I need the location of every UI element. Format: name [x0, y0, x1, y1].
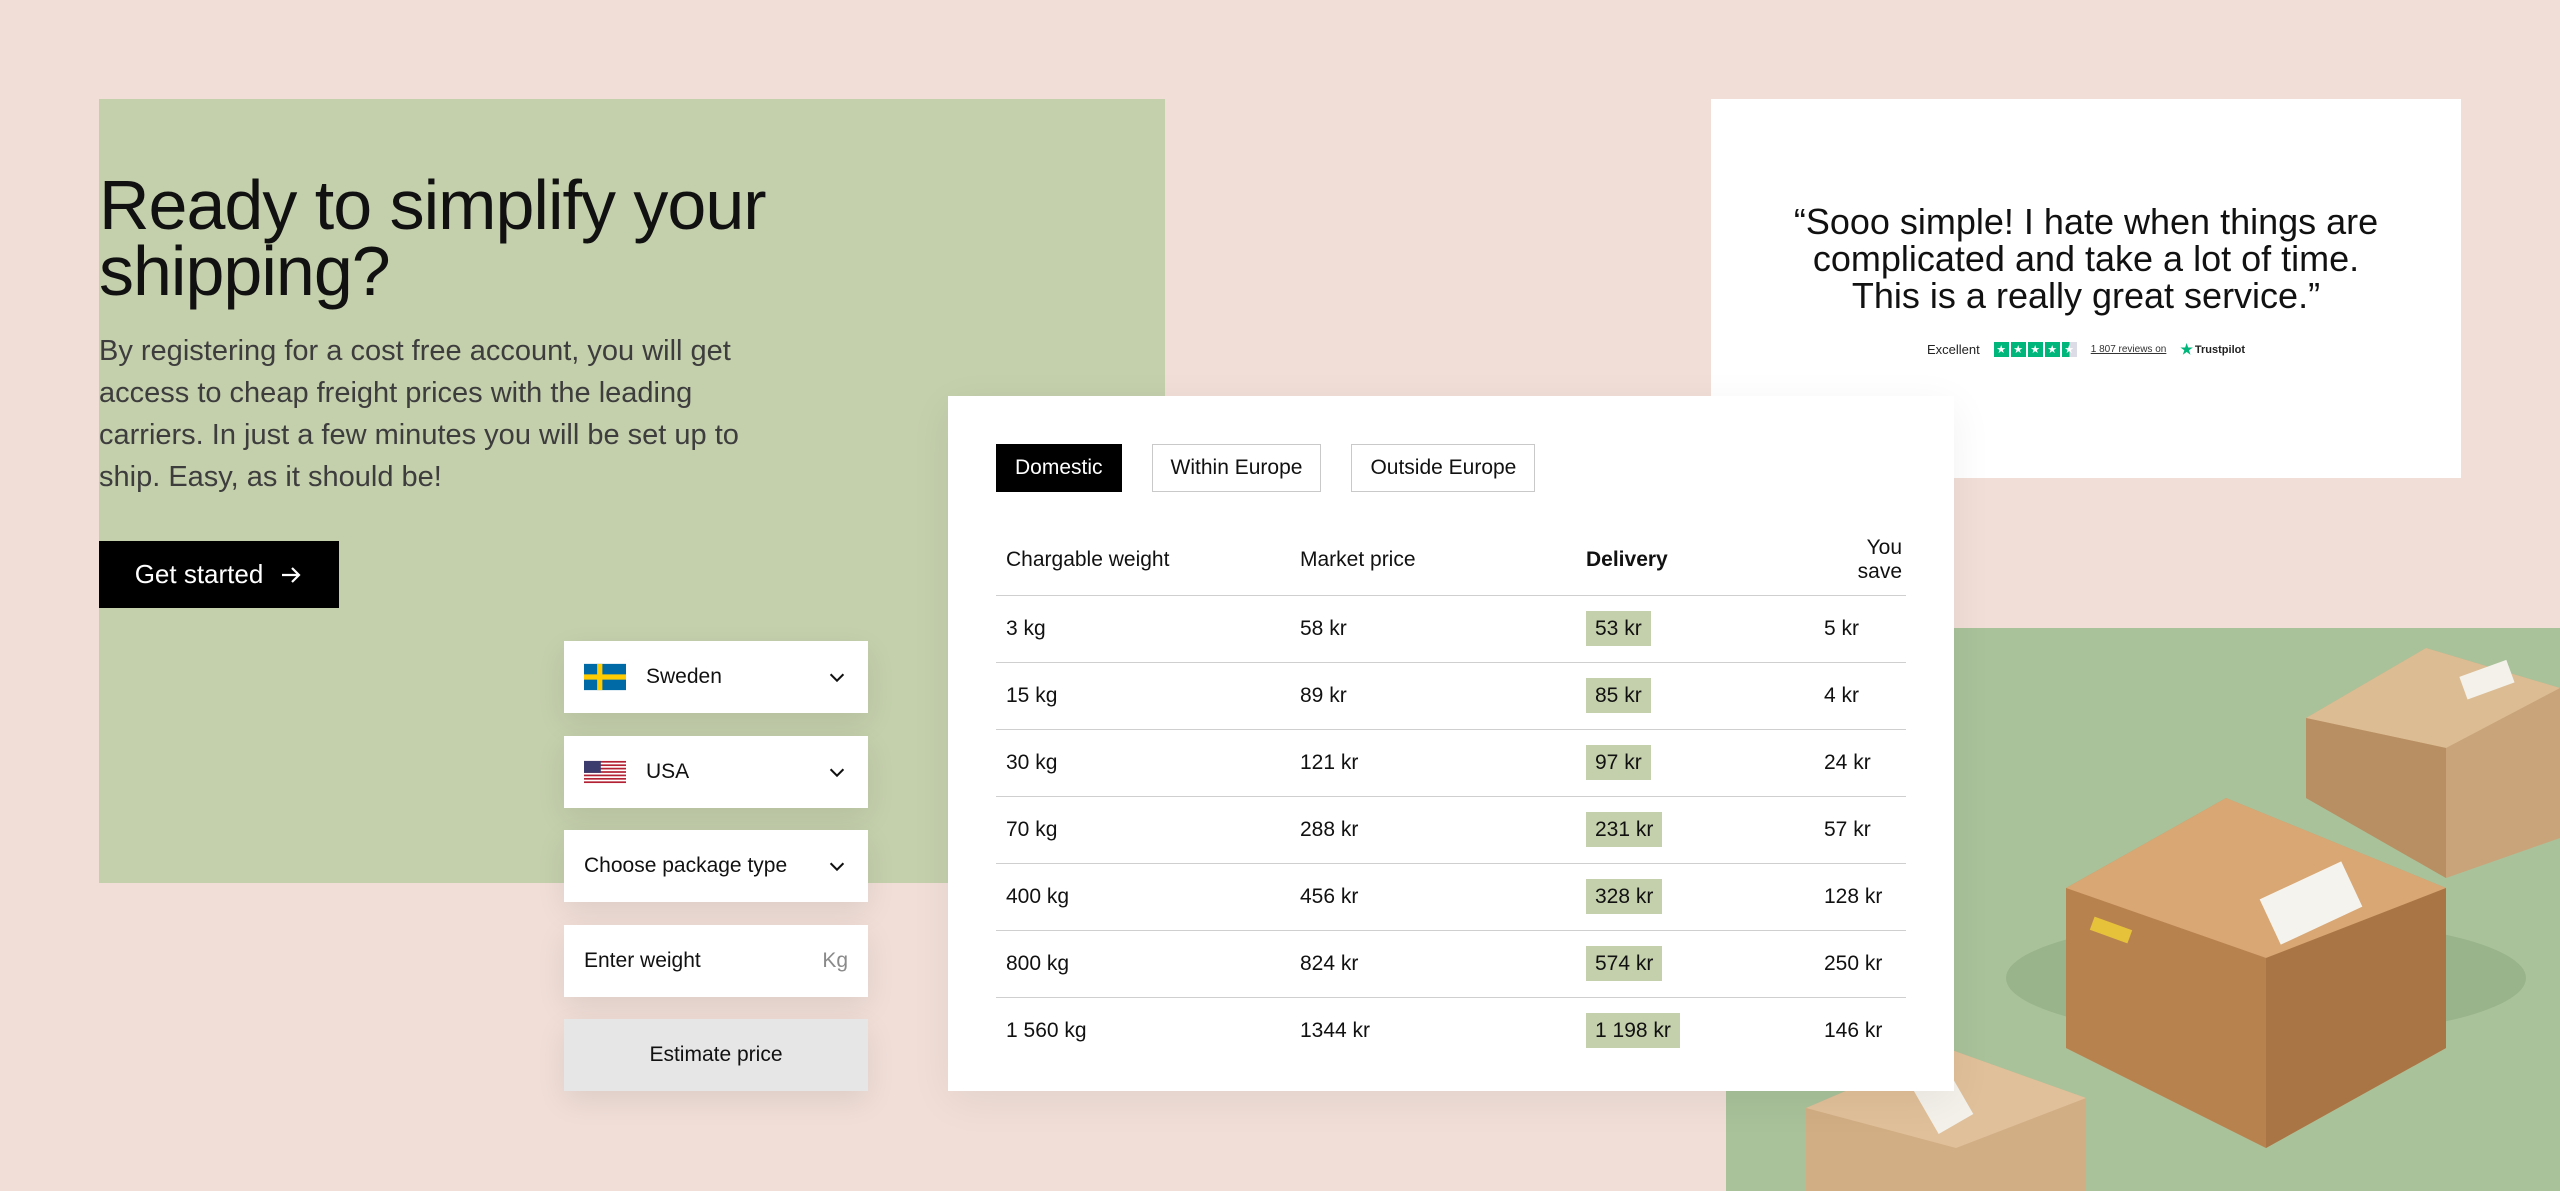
- delivery-price-highlight: 231 kr: [1586, 811, 1663, 847]
- weight-input[interactable]: Enter weight Kg: [564, 925, 868, 997]
- star-icon: ★: [2027, 342, 2043, 357]
- delivery-price-cell: 231 kr: [1576, 796, 1814, 864]
- chevron-down-icon: [829, 768, 845, 778]
- table-row: 15 kg 89 kr 85 kr 4 kr: [996, 662, 1906, 730]
- table-row: 1 560 kg 1344 kr 1 198 kr 146 kr: [996, 997, 1906, 1064]
- market-price-cell: 456 kr: [1290, 863, 1576, 931]
- table-row: 30 kg 121 kr 97 kr 24 kr: [996, 729, 1906, 797]
- column-header-delivery: Delivery: [1576, 526, 1814, 596]
- table-header-row: Chargable weight Market price Delivery Y…: [996, 526, 1906, 596]
- weight-cell: 15 kg: [996, 662, 1290, 730]
- you-save-cell: 57 kr: [1814, 796, 1906, 864]
- you-save-cell: 5 kr: [1814, 595, 1906, 663]
- trustpilot-logo: ★ Trustpilot: [2180, 341, 2245, 358]
- weight-cell: 800 kg: [996, 930, 1290, 998]
- chevron-down-icon: [829, 673, 845, 683]
- delivery-price-cell: 574 kr: [1576, 930, 1814, 998]
- to-country-value: USA: [646, 760, 690, 783]
- delivery-price-highlight: 97 kr: [1586, 744, 1651, 780]
- column-header-weight: Chargable weight: [996, 526, 1290, 596]
- star-icon: ★: [2044, 342, 2060, 357]
- package-type-placeholder: Choose package type: [584, 854, 788, 877]
- weight-unit: Kg: [822, 949, 848, 972]
- delivery-price-highlight: 85 kr: [1586, 677, 1651, 713]
- weight-cell: 400 kg: [996, 863, 1290, 931]
- chevron-down-icon: [829, 862, 845, 872]
- table-row: 400 kg 456 kr 328 kr 128 kr: [996, 863, 1906, 931]
- you-save-cell: 146 kr: [1824, 1018, 1883, 1042]
- you-save-cell: 250 kr: [1814, 930, 1906, 998]
- market-price-cell: 58 kr: [1290, 595, 1576, 663]
- weight-cell: 1 560 kg: [1006, 1018, 1087, 1042]
- delivery-price-cell: 53 kr: [1576, 595, 1814, 663]
- delivery-price-highlight: 328 kr: [1586, 878, 1663, 914]
- weight-cell: 70 kg: [996, 796, 1290, 864]
- price-comparison-card: Domestic Within Europe Outside Europe Ch…: [948, 396, 1954, 1091]
- market-price-cell: 89 kr: [1290, 662, 1576, 730]
- to-country-select[interactable]: USA: [564, 736, 868, 808]
- column-header-market-price: Market price: [1290, 526, 1576, 596]
- delivery-price-highlight: 574 kr: [1586, 945, 1663, 981]
- you-save-cell: 128 kr: [1814, 863, 1906, 931]
- delivery-price-cell: 97 kr: [1576, 729, 1814, 797]
- weight-cell: 30 kg: [996, 729, 1290, 797]
- tab-outside-europe[interactable]: Outside Europe: [1351, 444, 1536, 492]
- you-save-cell: 24 kr: [1814, 729, 1906, 797]
- arrow-right-icon: [282, 566, 301, 583]
- hero-description: By registering for a cost free account, …: [99, 335, 739, 493]
- table-row: 3 kg 58 kr 53 kr 5 kr: [996, 595, 1906, 663]
- market-price-cell: 1344 kr: [1300, 1018, 1371, 1042]
- trustpilot-rating: Excellent ★ ★ ★ ★ ★ 1 807 reviews on ★ T…: [1711, 341, 2461, 358]
- star-icon: ★: [2010, 342, 2026, 357]
- delivery-price-highlight: 53 kr: [1586, 610, 1651, 646]
- trustpilot-star-icon: ★: [2180, 341, 2193, 357]
- delivery-price-cell: 328 kr: [1576, 863, 1814, 931]
- estimate-price-button[interactable]: Estimate price: [564, 1019, 868, 1091]
- hero-title: Ready to simplify your shipping?: [99, 166, 767, 310]
- half-star-icon: ★: [2061, 342, 2077, 357]
- price-table: Chargable weight Market price Delivery Y…: [996, 526, 1906, 1064]
- table-row: 70 kg 288 kr 231 kr 57 kr: [996, 796, 1906, 864]
- rating-stars: ★ ★ ★ ★ ★: [1993, 342, 2077, 357]
- weight-cell: 3 kg: [996, 595, 1290, 663]
- you-save-cell: 4 kr: [1814, 662, 1906, 730]
- delivery-price-highlight: 1 198 kr: [1586, 1012, 1680, 1048]
- from-country-select[interactable]: Sweden: [564, 641, 868, 713]
- market-price-cell: 288 kr: [1290, 796, 1576, 864]
- package-type-select[interactable]: Choose package type: [564, 830, 868, 902]
- market-price-cell: 121 kr: [1290, 729, 1576, 797]
- star-icon: ★: [1993, 342, 2009, 357]
- reviews-count-link[interactable]: 1 807 reviews on: [2091, 344, 2167, 355]
- from-country-value: Sweden: [646, 665, 722, 688]
- tab-within-europe[interactable]: Within Europe: [1151, 444, 1322, 492]
- rating-label: Excellent: [1926, 342, 1980, 357]
- delivery-price-cell: 85 kr: [1576, 662, 1814, 730]
- market-price-cell: 824 kr: [1290, 930, 1576, 998]
- get-started-button[interactable]: Get started: [99, 541, 339, 608]
- table-row: 800 kg 824 kr 574 kr 250 kr: [996, 930, 1906, 998]
- get-started-label: Get started: [134, 559, 264, 589]
- region-tabs: Domestic Within Europe Outside Europe: [996, 444, 1536, 492]
- review-quote: “Sooo simple! I hate when things are com…: [1793, 201, 2379, 316]
- column-header-you-save: You save: [1814, 526, 1906, 596]
- usa-flag-icon: [584, 760, 626, 784]
- weight-placeholder: Enter weight: [584, 949, 701, 972]
- sweden-flag-icon: [584, 663, 626, 691]
- delivery-price-cell: 1 198 kr: [1576, 997, 1814, 1064]
- trustpilot-brand-text: Trustpilot: [2194, 343, 2246, 356]
- tab-domestic[interactable]: Domestic: [996, 444, 1122, 492]
